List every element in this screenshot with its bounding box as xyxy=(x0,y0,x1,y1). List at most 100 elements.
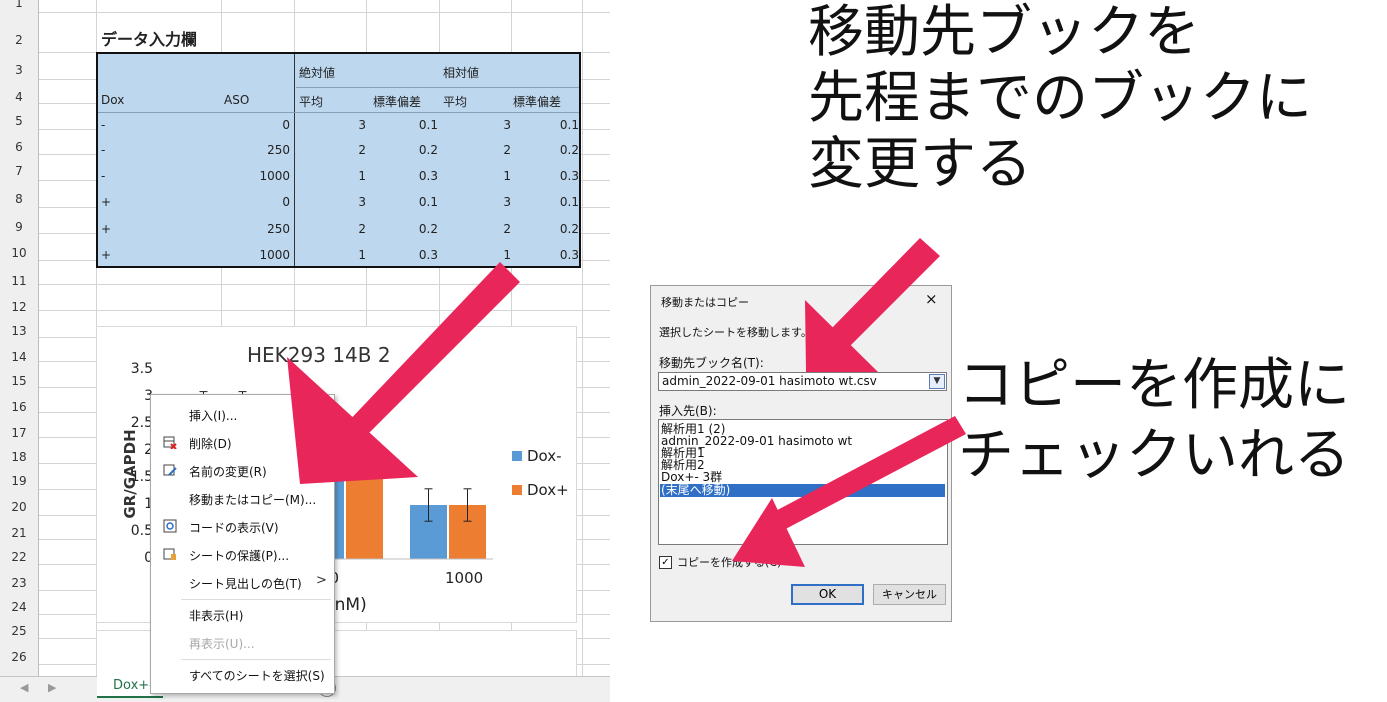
table-cell[interactable]: 0.2 xyxy=(370,222,438,236)
menu-rename[interactable]: 名前の変更(R) xyxy=(189,463,267,480)
row-number[interactable]: 13 xyxy=(0,324,38,338)
chevron-down-icon[interactable]: ▼ xyxy=(929,374,945,389)
row-number[interactable]: 2 xyxy=(0,33,38,47)
table-cell[interactable]: 2 xyxy=(298,222,366,236)
table-cell[interactable]: - xyxy=(101,143,105,157)
row-number[interactable]: 10 xyxy=(0,246,38,260)
row-number[interactable]: 26 xyxy=(0,650,38,664)
col-sd-rel[interactable]: 標準偏差 xyxy=(513,93,561,110)
menu-tab-color[interactable]: シート見出しの色(T) xyxy=(189,575,302,592)
table-cell[interactable]: 2 xyxy=(443,222,511,236)
insert-before-label: 挿入先(B): xyxy=(659,404,717,418)
row-number[interactable]: 8 xyxy=(0,192,38,206)
table-cell[interactable]: 0.3 xyxy=(370,248,438,262)
dest-book-select[interactable]: admin_2022-09-01 hasimoto wt.csv ▼ xyxy=(658,372,947,391)
table-cell[interactable]: 0.3 xyxy=(370,169,438,183)
table-cell[interactable]: 250 xyxy=(218,222,290,236)
table-cell[interactable]: 0.3 xyxy=(515,169,579,183)
table-cell[interactable]: + xyxy=(101,248,111,262)
table-cell[interactable]: 1 xyxy=(443,248,511,262)
menu-move-or-copy[interactable]: 移動またはコピー(M)... xyxy=(189,491,316,508)
table-cell[interactable]: 2 xyxy=(443,143,511,157)
col-sd-abs[interactable]: 標準偏差 xyxy=(373,93,421,110)
table-cell[interactable]: + xyxy=(101,195,111,209)
menu-insert[interactable]: 挿入(I)... xyxy=(189,407,237,424)
table-cell[interactable]: 2 xyxy=(298,143,366,157)
header-relative[interactable]: 相対値 xyxy=(443,64,479,81)
table-cell[interactable]: 3 xyxy=(443,118,511,132)
tab-scroll-right-icon[interactable]: ▶ xyxy=(48,681,56,694)
table-cell[interactable]: 0.1 xyxy=(515,118,579,132)
table-cell[interactable]: 0.1 xyxy=(370,195,438,209)
col-dox[interactable]: Dox xyxy=(101,93,124,107)
table-cell[interactable]: - xyxy=(101,118,105,132)
row-number[interactable]: 23 xyxy=(0,576,38,590)
row-number[interactable]: 12 xyxy=(0,300,38,314)
dialog-instruction: 選択したシートを移動します。 xyxy=(659,326,812,339)
tab-scroll-left-icon[interactable]: ◀ xyxy=(20,681,28,694)
menu-delete[interactable]: 削除(D) xyxy=(189,435,232,452)
col-aso[interactable]: ASO xyxy=(224,93,249,107)
menu-unhide[interactable]: 再表示(U)... xyxy=(189,635,255,652)
row-number[interactable]: 5 xyxy=(0,114,38,128)
table-cell[interactable]: 3 xyxy=(298,118,366,132)
menu-view-code[interactable]: コードの表示(V) xyxy=(189,519,279,536)
table-cell[interactable]: 0.1 xyxy=(370,118,438,132)
table-cell[interactable]: 1 xyxy=(298,248,366,262)
sheet-title[interactable]: データ入力欄 xyxy=(101,26,197,50)
callout-right: コピーを作成に チェックいれる xyxy=(958,351,1350,491)
close-icon[interactable]: × xyxy=(925,290,938,308)
row-number[interactable]: 14 xyxy=(0,350,38,364)
table-cell[interactable]: + xyxy=(101,222,111,236)
row-number[interactable]: 19 xyxy=(0,474,38,488)
row-number[interactable]: 7 xyxy=(0,164,38,178)
table-cell[interactable]: 0 xyxy=(218,195,290,209)
row-number[interactable]: 22 xyxy=(0,550,38,564)
copy-checkbox[interactable]: ✓ xyxy=(659,556,672,569)
delete-sheet-icon xyxy=(163,436,177,449)
menu-hide[interactable]: 非表示(H) xyxy=(189,607,243,624)
col-mean-rel[interactable]: 平均 xyxy=(443,93,467,110)
cancel-button[interactable]: キャンセル xyxy=(873,584,946,605)
table-cell[interactable]: 0.2 xyxy=(370,143,438,157)
table-cell[interactable]: 3 xyxy=(443,195,511,209)
row-number[interactable]: 6 xyxy=(0,140,38,154)
row-number[interactable]: 11 xyxy=(0,274,38,288)
table-cell[interactable]: 0.2 xyxy=(515,143,579,157)
insert-before-list[interactable]: 解析用1 (2) admin_2022-09-01 hasimoto wt 解析… xyxy=(658,419,948,545)
row-number[interactable]: 21 xyxy=(0,526,38,540)
copy-checkbox-label[interactable]: コピーを作成する(C) xyxy=(677,554,781,570)
data-table[interactable]: 絶対値 相対値 Dox ASO 平均 標準偏差 平均 標準偏差 -0 3 0.1 3 0… xyxy=(96,52,581,268)
table-cell[interactable]: 1 xyxy=(443,169,511,183)
table-cell[interactable]: - xyxy=(101,169,105,183)
row-number[interactable]: 24 xyxy=(0,600,38,614)
table-cell[interactable]: 0.2 xyxy=(515,222,579,236)
table-cell[interactable]: 3 xyxy=(298,195,366,209)
ok-button[interactable]: OK xyxy=(791,584,864,605)
table-cell[interactable]: 1 xyxy=(298,169,366,183)
row-number[interactable]: 15 xyxy=(0,374,38,388)
table-cell[interactable]: 1000 xyxy=(218,248,290,262)
table-cell[interactable]: 0.3 xyxy=(515,248,579,262)
table-cell[interactable]: 250 xyxy=(218,143,290,157)
list-item[interactable]: Dox+- 3群 xyxy=(661,471,722,483)
menu-protect-sheet[interactable]: シートの保護(P)... xyxy=(189,547,289,564)
row-number[interactable]: 3 xyxy=(0,63,38,77)
col-mean-abs[interactable]: 平均 xyxy=(299,93,323,110)
table-cell[interactable]: 0.1 xyxy=(515,195,579,209)
row-number[interactable]: 25 xyxy=(0,624,38,638)
row-number[interactable]: 17 xyxy=(0,426,38,440)
row-number[interactable]: 1 xyxy=(0,0,38,10)
menu-select-all-sheets[interactable]: すべてのシートを選択(S) xyxy=(189,667,325,684)
row-number[interactable]: 4 xyxy=(0,90,38,104)
table-cell[interactable]: 0 xyxy=(218,118,290,132)
row-number[interactable]: 9 xyxy=(0,220,38,234)
rename-icon xyxy=(163,464,177,476)
list-item-selected[interactable]: (末尾へ移動) xyxy=(660,484,945,497)
table-cell[interactable]: 1000 xyxy=(218,169,290,183)
row-number[interactable]: 18 xyxy=(0,450,38,464)
row-number[interactable]: 20 xyxy=(0,500,38,514)
header-absolute[interactable]: 絶対値 xyxy=(299,64,335,81)
row-number[interactable]: 16 xyxy=(0,400,38,414)
callout-line: 先程までのブックに xyxy=(808,66,1312,131)
